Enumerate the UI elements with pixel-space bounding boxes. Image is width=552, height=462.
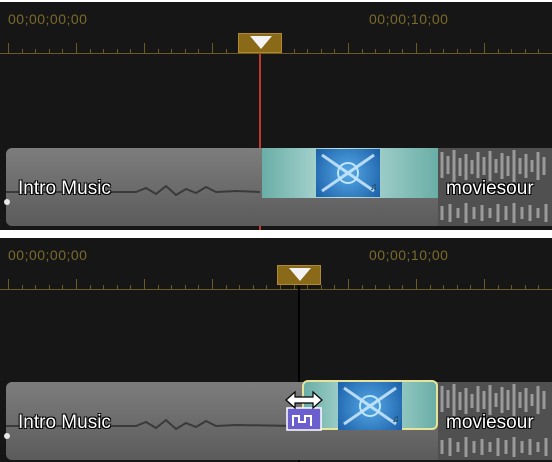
next-clip-label: moviesour	[446, 178, 534, 199]
ruler-tick	[321, 285, 322, 290]
ruler-tick	[307, 49, 308, 54]
ruler-tick	[538, 285, 539, 290]
ruler-tick	[348, 43, 349, 54]
ruler-tick	[375, 49, 376, 54]
ruler-tick	[185, 285, 186, 290]
music-note-icon: ♫	[392, 414, 400, 425]
ruler-tick	[430, 49, 431, 54]
ruler-tick	[498, 49, 499, 54]
ruler-tick	[144, 279, 145, 290]
ruler-tick	[470, 285, 471, 290]
ruler-tick	[266, 285, 267, 290]
timecode-start: 00;00;00;00	[8, 247, 88, 263]
ruler-tick	[212, 279, 213, 290]
timeline-panel-before: 00;00;00;00 00;00;10;00 Intro Music ♫ mo…	[0, 2, 552, 230]
ruler-tick	[334, 285, 335, 290]
ruler-tick	[538, 49, 539, 54]
next-clip-label: moviesour	[446, 412, 534, 433]
ruler-tick	[430, 285, 431, 290]
transition-clip[interactable]: ♫	[262, 148, 438, 198]
ruler-tick	[35, 49, 36, 54]
ruler-tick	[362, 285, 363, 290]
ruler-tick	[525, 285, 526, 290]
ruler-tick	[117, 49, 118, 54]
ruler-tick	[103, 49, 104, 54]
ruler-tick	[22, 285, 23, 290]
playhead-icon[interactable]	[277, 265, 321, 285]
ruler-tick	[294, 285, 295, 290]
ruler-tick	[49, 49, 50, 54]
ruler-tick	[484, 279, 485, 290]
ruler-tick	[35, 285, 36, 290]
horizontal-resize-cursor-icon	[283, 388, 325, 432]
ruler-tick	[212, 43, 213, 54]
ruler-tick	[185, 49, 186, 54]
ruler-tick	[402, 285, 403, 290]
ruler-tick	[307, 285, 308, 290]
ruler-tick	[62, 49, 63, 54]
ruler-tick	[321, 49, 322, 54]
timecode-mid: 00;00;10;00	[369, 11, 449, 27]
timecode-start: 00;00;00;00	[8, 11, 88, 27]
ruler-tick	[362, 49, 363, 54]
playhead-icon[interactable]	[238, 33, 282, 53]
timecode-mid: 00;00;10;00	[369, 247, 449, 263]
timeline-panel-after: 00;00;00;00 00;00;10;00 Intro Music ♫ mo…	[0, 238, 552, 462]
time-ruler[interactable]	[0, 278, 552, 292]
ruler-tick	[198, 49, 199, 54]
ruler-tick	[348, 279, 349, 290]
ruler-tick	[443, 49, 444, 54]
ruler-tick	[416, 43, 417, 54]
ruler-tick	[416, 279, 417, 290]
next-clip[interactable]: moviesour	[438, 148, 552, 226]
next-clip[interactable]: moviesour	[438, 382, 552, 460]
ruler-tick	[8, 279, 9, 290]
ruler-tick	[239, 285, 240, 290]
ruler-tick	[117, 285, 118, 290]
ruler-tick	[62, 285, 63, 290]
ruler-tick	[8, 43, 9, 54]
track-handle[interactable]	[4, 433, 10, 439]
ruler-tick	[76, 279, 77, 290]
ruler-tick	[457, 49, 458, 54]
ruler-tick	[22, 49, 23, 54]
ruler-tick	[171, 49, 172, 54]
track-handle[interactable]	[4, 199, 10, 205]
ruler-tick	[457, 285, 458, 290]
ruler-tick	[226, 49, 227, 54]
ruler-tick	[511, 49, 512, 54]
ruler-tick	[226, 285, 227, 290]
ruler-tick	[389, 285, 390, 290]
ruler-tick	[253, 285, 254, 290]
ruler-tick	[144, 43, 145, 54]
ruler-tick	[294, 49, 295, 54]
ruler-tick	[158, 285, 159, 290]
ruler-tick	[484, 43, 485, 54]
ruler-tick	[76, 43, 77, 54]
ruler-tick	[498, 285, 499, 290]
ruler-tick	[375, 285, 376, 290]
ruler-tick	[49, 285, 50, 290]
ruler-tick	[90, 285, 91, 290]
ruler-tick	[511, 285, 512, 290]
ruler-tick	[90, 49, 91, 54]
ruler-tick	[130, 49, 131, 54]
music-note-icon: ♫	[370, 182, 378, 193]
track-label: Intro Music	[18, 412, 111, 433]
track-label: Intro Music	[18, 178, 111, 199]
ruler-tick	[130, 285, 131, 290]
ruler-tick	[402, 49, 403, 54]
ruler-tick	[389, 49, 390, 54]
ruler-tick	[198, 285, 199, 290]
ruler-tick	[158, 49, 159, 54]
ruler-tick	[443, 285, 444, 290]
ruler-tick	[334, 49, 335, 54]
ruler-tick	[470, 49, 471, 54]
ruler-tick	[171, 285, 172, 290]
ruler-tick	[103, 285, 104, 290]
ruler-tick	[525, 49, 526, 54]
